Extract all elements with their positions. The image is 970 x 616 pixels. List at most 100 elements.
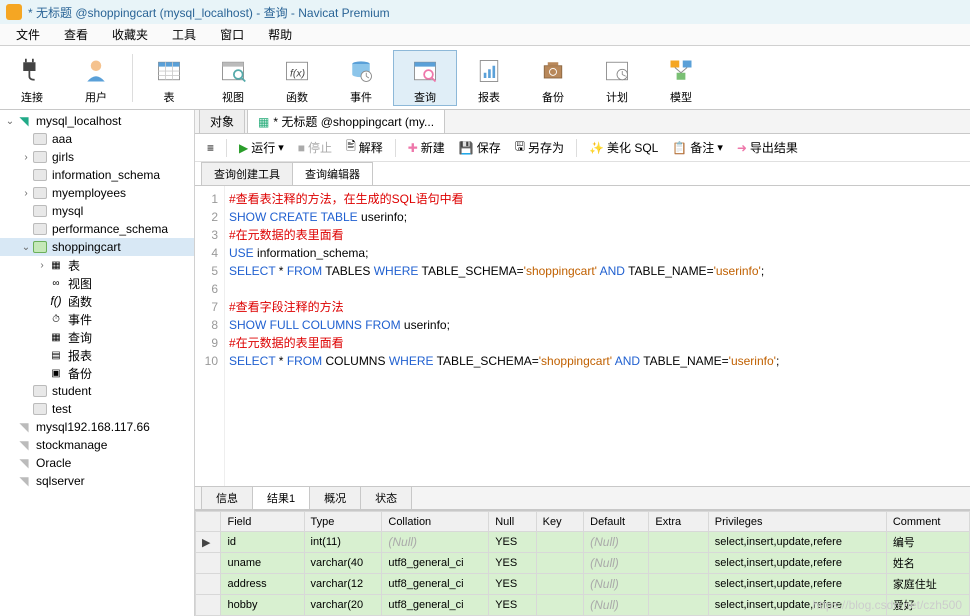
tbl-icon: ▦ [48, 258, 64, 272]
grid-header-row: FieldTypeCollationNullKeyDefaultExtraPri… [196, 512, 970, 532]
titlebar: * 无标题 @shoppingcart (mysql_localhost) - … [0, 0, 970, 24]
tab-query[interactable]: ▦ * 无标题 @shoppingcart (my... [247, 110, 445, 133]
rp-icon: ▤ [48, 348, 64, 362]
menu-查看[interactable]: 查看 [52, 26, 100, 43]
menu-文件[interactable]: 文件 [4, 26, 52, 43]
table-icon [153, 55, 185, 87]
db-icon [32, 132, 48, 146]
col-Extra[interactable]: Extra [649, 512, 708, 532]
result-grid[interactable]: FieldTypeCollationNullKeyDefaultExtraPri… [195, 510, 970, 616]
tree-查询[interactable]: ▦查询 [0, 328, 194, 346]
tree-myemployees[interactable]: ›myemployees [0, 184, 194, 202]
app-logo-icon [6, 4, 22, 20]
tree-备份[interactable]: ▣备份 [0, 364, 194, 382]
beautify-button[interactable]: ✨美化 SQL [583, 137, 664, 158]
tool-report[interactable]: 报表 [457, 51, 521, 105]
tree-stockmanage[interactable]: ◥stockmanage [0, 436, 194, 454]
col-Default[interactable]: Default [584, 512, 649, 532]
twisty-icon[interactable]: › [20, 188, 32, 199]
twisty-icon[interactable]: ⌄ [4, 116, 16, 127]
result-tab-信息[interactable]: 信息 [201, 486, 253, 509]
document-tabs: 对象 ▦ * 无标题 @shoppingcart (my... [195, 110, 970, 134]
tool-fx[interactable]: f(x)函数 [265, 51, 329, 105]
export-button[interactable]: ➜导出结果 [731, 137, 804, 158]
tree-事件[interactable]: ⏱事件 [0, 310, 194, 328]
result-tab-概况[interactable]: 概况 [309, 486, 361, 509]
tree-information_schema[interactable]: information_schema [0, 166, 194, 184]
col-Collation[interactable]: Collation [382, 512, 489, 532]
note-button[interactable]: 📋备注 ▾ [666, 137, 729, 158]
tree-test[interactable]: test [0, 400, 194, 418]
tree-mysql_localhost[interactable]: ⌄◥mysql_localhost [0, 112, 194, 130]
view-icon [217, 55, 249, 87]
tree-mysql[interactable]: mysql [0, 202, 194, 220]
tree-sqlserver[interactable]: ◥sqlserver [0, 472, 194, 490]
menu-收藏夹[interactable]: 收藏夹 [100, 26, 160, 43]
tree-mysql192.168.117.66[interactable]: ◥mysql192.168.117.66 [0, 418, 194, 436]
stop-button[interactable]: ■停止 [292, 137, 338, 158]
tree-girls[interactable]: ›girls [0, 148, 194, 166]
db-icon [32, 168, 48, 182]
tree-视图[interactable]: ∞视图 [0, 274, 194, 292]
tree-Oracle[interactable]: ◥Oracle [0, 454, 194, 472]
bk-icon: ▣ [48, 366, 64, 380]
result-tab-结果1[interactable]: 结果1 [252, 486, 310, 509]
result-tab-状态[interactable]: 状态 [360, 486, 412, 509]
explain-button[interactable]: 🖹解释 [340, 135, 389, 160]
col-Privileges[interactable]: Privileges [708, 512, 886, 532]
tool-event[interactable]: 事件 [329, 51, 393, 105]
tool-view[interactable]: 视图 [201, 51, 265, 105]
tool-plug[interactable]: 连接 [0, 51, 64, 105]
query-icon [409, 55, 441, 87]
tool-query[interactable]: 查询 [393, 50, 457, 106]
tool-backup[interactable]: 备份 [521, 51, 585, 105]
col-Null[interactable]: Null [489, 512, 536, 532]
tree-shoppingcart[interactable]: ⌄shoppingcart [0, 238, 194, 256]
tab-editor[interactable]: 查询编辑器 [292, 162, 373, 185]
col-Comment[interactable]: Comment [886, 512, 969, 532]
fx-icon: f() [48, 294, 64, 308]
tool-user[interactable]: 用户 [64, 51, 128, 105]
tree-aaa[interactable]: aaa [0, 130, 194, 148]
col-Field[interactable]: Field [221, 512, 304, 532]
window-title: * 无标题 @shoppingcart (mysql_localhost) - … [28, 4, 390, 21]
table-row[interactable]: ▶idint(11)(Null)YES(Null)select,insert,u… [196, 532, 970, 553]
tree-函数[interactable]: f()函数 [0, 292, 194, 310]
saveas-button[interactable]: 🖫另存为 [509, 135, 570, 160]
tool-plan[interactable]: 计划 [585, 51, 649, 105]
save-button[interactable]: 💾保存 [453, 137, 507, 158]
twisty-icon[interactable]: ⌄ [20, 242, 32, 253]
sql-editor[interactable]: 12345678910 #查看表注释的方法，在生成的SQL语句中看 SHOW C… [195, 186, 970, 486]
tree-报表[interactable]: ▤报表 [0, 346, 194, 364]
server-off-icon: ◥ [16, 474, 32, 488]
col-Type[interactable]: Type [304, 512, 382, 532]
menu-帮助[interactable]: 帮助 [256, 26, 304, 43]
table-row[interactable]: unamevarchar(40utf8_general_ciYES(Null)s… [196, 553, 970, 574]
menu-工具[interactable]: 工具 [160, 26, 208, 43]
line-gutter: 12345678910 [195, 186, 225, 486]
twisty-icon[interactable]: › [36, 260, 48, 271]
db-icon [32, 186, 48, 200]
table-row[interactable]: addressvarchar(12utf8_general_ciYES(Null… [196, 574, 970, 595]
tree-performance_schema[interactable]: performance_schema [0, 220, 194, 238]
query-actionbar: ≡ ▶运行 ▾ ■停止 🖹解释 ✚新建 💾保存 🖫另存为 ✨美化 SQL 📋备注… [195, 134, 970, 162]
query-subtabs: 查询创建工具 查询编辑器 [195, 162, 970, 186]
run-button[interactable]: ▶运行 ▾ [233, 137, 290, 158]
event-icon [345, 55, 377, 87]
col-Key[interactable]: Key [536, 512, 583, 532]
tool-model[interactable]: 模型 [649, 51, 713, 105]
tab-builder[interactable]: 查询创建工具 [201, 162, 293, 185]
ev-icon: ⏱ [48, 312, 64, 326]
tab-objects[interactable]: 对象 [199, 110, 245, 133]
new-button[interactable]: ✚新建 [402, 137, 451, 158]
menu-toggle-button[interactable]: ≡ [201, 139, 220, 157]
connection-tree[interactable]: ⌄◥mysql_localhostaaa›girlsinformation_sc… [0, 110, 195, 616]
tree-student[interactable]: student [0, 382, 194, 400]
db-icon [32, 150, 48, 164]
menu-窗口[interactable]: 窗口 [208, 26, 256, 43]
tree-表[interactable]: ›▦表 [0, 256, 194, 274]
tool-table[interactable]: 表 [137, 51, 201, 105]
twisty-icon[interactable]: › [20, 152, 32, 163]
table-row[interactable]: hobbyvarchar(20utf8_general_ciYES(Null)s… [196, 595, 970, 616]
code-area[interactable]: #查看表注释的方法，在生成的SQL语句中看 SHOW CREATE TABLE … [225, 186, 970, 486]
